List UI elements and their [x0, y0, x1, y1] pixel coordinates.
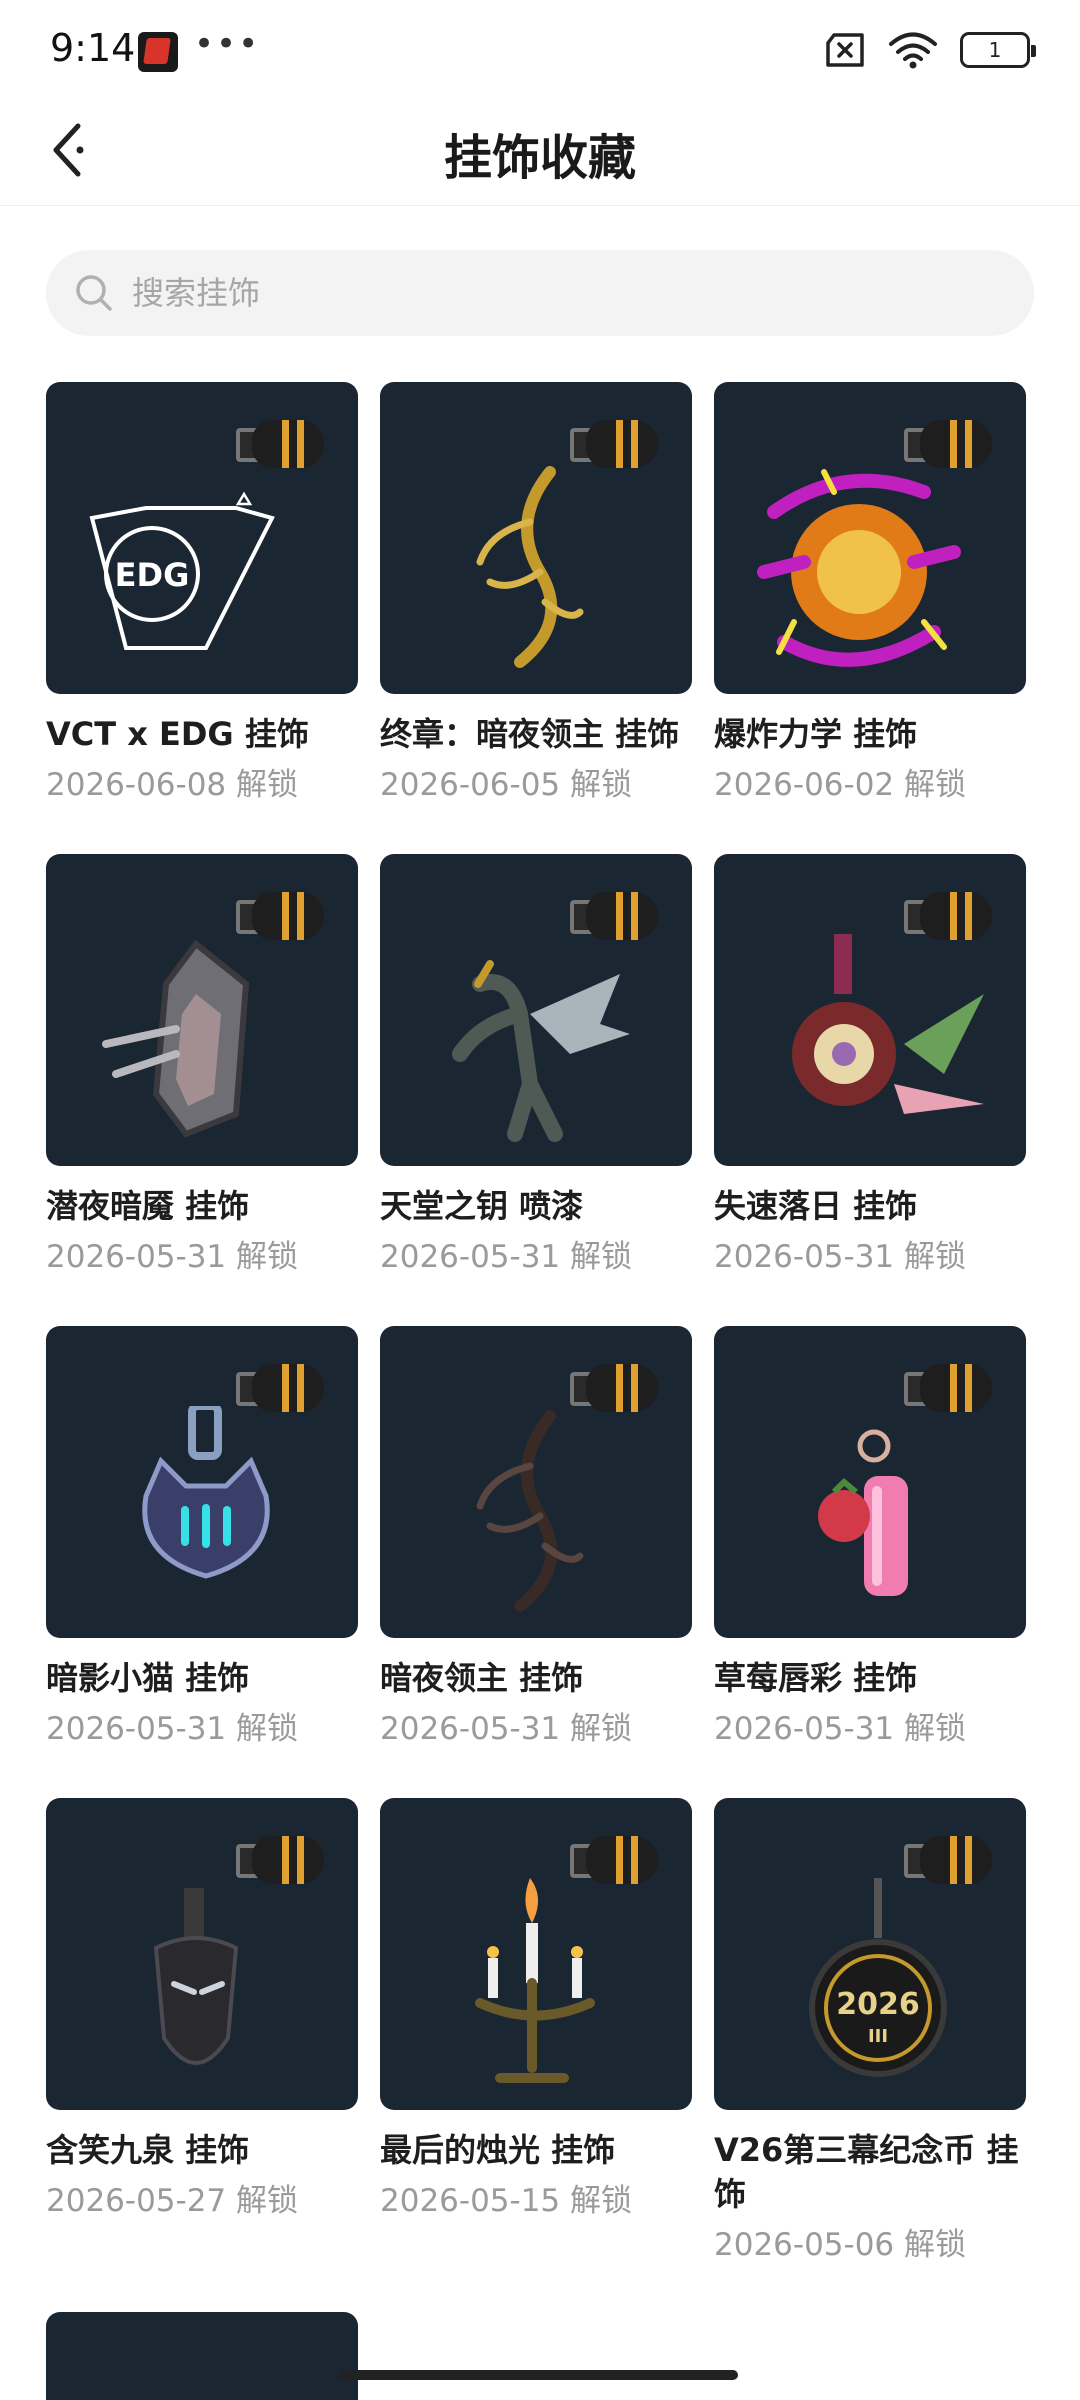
charm-thumbnail-partial[interactable]: [46, 2312, 358, 2400]
nav-bar: 挂饰收藏: [0, 96, 1080, 206]
unlock-date: 2026-05-31 解锁: [380, 1711, 633, 1747]
status-icons: 1: [824, 30, 1036, 70]
battery-icon: 1: [960, 32, 1036, 68]
page-title: 挂饰收藏: [443, 130, 636, 186]
charm-thumbnail: [380, 382, 692, 694]
status-time: 9:14: [50, 26, 136, 70]
unlock-date: 2026-05-31 解锁: [714, 1239, 967, 1275]
charm-thumbnail: [714, 854, 1026, 1166]
unlock-date: 2026-05-27 解锁: [46, 2183, 299, 2219]
charm-name: 终章：暗夜领主 挂饰: [380, 715, 680, 753]
status-bar: 9:14 ••• 1: [0, 0, 1080, 96]
search-bar[interactable]: [46, 250, 1034, 336]
search-input[interactable]: [132, 274, 932, 312]
unlock-date: 2026-05-31 解锁: [46, 1711, 299, 1747]
charm-cap-icon: [920, 1836, 992, 1884]
charm-thumbnail: [380, 1798, 692, 2110]
charm-thumbnail: [46, 1798, 358, 2110]
more-notifications-icon: •••: [194, 24, 261, 64]
dark-lord-gold-charm-icon: [476, 466, 584, 668]
search-icon: [76, 275, 112, 311]
pegasus-key-icon: [452, 960, 630, 1142]
unlock-date: 2026-06-05 解锁: [380, 767, 633, 803]
charm-cap-icon: [252, 1836, 324, 1884]
wifi-icon: [889, 32, 937, 69]
charm-name: 天堂之钥 喷漆: [380, 1187, 584, 1225]
charm-card[interactable]: 潜夜暗魇 挂饰 2026-05-31 解锁: [46, 854, 358, 1278]
shadow-nightmare-charm-icon: [102, 939, 250, 1138]
charm-name: 最后的烛光 挂饰: [380, 2131, 616, 2169]
charm-cap-icon: [586, 420, 658, 468]
shadow-cat-charm-icon: [142, 1406, 270, 1579]
charm-thumbnail: 2026 III: [714, 1798, 1026, 2110]
charm-thumbnail: [46, 1326, 358, 1638]
charm-name: 暗影小猫 挂饰: [46, 1659, 250, 1697]
charm-thumbnail: [380, 854, 692, 1166]
edg-logo-charm-icon: EDG: [89, 491, 275, 650]
charm-name: V26第三幕纪念币 挂饰: [714, 2131, 1019, 2213]
charm-card[interactable]: 含笑九泉 挂饰 2026-05-27 解锁: [46, 1798, 358, 2222]
charm-card[interactable]: 最后的烛光 挂饰 2026-05-15 解锁: [380, 1798, 692, 2222]
last-candle-charm-icon: [475, 1878, 595, 2083]
coin-act-text: III: [868, 2026, 888, 2047]
charm-cap-icon: [252, 420, 324, 468]
charm-card[interactable]: 失速落日 挂饰 2026-05-31 解锁: [714, 854, 1026, 1278]
unlock-date: 2026-05-15 解锁: [380, 2183, 633, 2219]
strawberry-lipgloss-charm-icon: [818, 1429, 908, 1596]
charm-thumbnail: [380, 1326, 692, 1638]
grinning-skull-charm-icon: [153, 1888, 239, 2065]
charm-card[interactable]: 暗影小猫 挂饰 2026-05-31 解锁: [46, 1326, 358, 1750]
coin-year-text: 2026: [836, 1987, 920, 2022]
unlock-date: 2026-06-02 解锁: [714, 767, 967, 803]
charm-card[interactable]: 终章：暗夜领主 挂饰 2026-06-05 解锁: [380, 382, 692, 806]
unlock-date: 2026-05-31 解锁: [714, 1711, 967, 1747]
charm-name: 含笑九泉 挂饰: [46, 2131, 250, 2169]
charm-cap-icon: [252, 892, 324, 940]
charm-card[interactable]: 暗夜领主 挂饰 2026-05-31 解锁: [380, 1326, 692, 1750]
charm-name: 草莓唇彩 挂饰: [714, 1659, 918, 1697]
charm-thumbnail: [714, 1326, 1026, 1638]
charm-card[interactable]: 天堂之钥 喷漆 2026-05-31 解锁: [380, 854, 692, 1278]
app-notification-icon: [138, 32, 178, 72]
explosion-charm-icon: [757, 469, 961, 667]
charm-cap-icon: [586, 1364, 658, 1412]
unlock-date: 2026-05-06 解锁: [714, 2227, 967, 2263]
charm-name: 暗夜领主 挂饰: [380, 1659, 584, 1697]
charm-name: 失速落日 挂饰: [714, 1187, 918, 1225]
charm-thumbnail: [46, 854, 358, 1166]
charm-thumbnail: EDG: [46, 382, 358, 694]
charm-cap-icon: [920, 892, 992, 940]
unlock-date: 2026-05-31 解锁: [46, 1239, 299, 1275]
commemorative-coin-charm-icon: 2026 III: [809, 1878, 947, 2077]
charm-cap-icon: [586, 892, 658, 940]
unlock-date: 2026-05-31 解锁: [380, 1239, 633, 1275]
charm-cap-icon: [920, 1364, 992, 1412]
battery-level: 1: [988, 38, 1002, 62]
charm-card[interactable]: EDG VCT x EDG 挂饰 2026-06-08 解锁: [46, 382, 358, 806]
charm-name: 潜夜暗魇 挂饰: [46, 1187, 250, 1225]
edg-logo-text: EDG: [115, 556, 190, 594]
charm-card[interactable]: 草莓唇彩 挂饰 2026-05-31 解锁: [714, 1326, 1026, 1750]
charm-name: VCT x EDG 挂饰: [46, 715, 309, 753]
charm-name: 爆炸力学 挂饰: [714, 715, 918, 753]
charm-card[interactable]: 2026 III V26第三幕纪念币 挂饰 2026-05-06 解锁: [714, 1798, 1026, 2266]
dark-lord-charm-icon: [476, 1410, 584, 1612]
unlock-date: 2026-06-08 解锁: [46, 767, 299, 803]
no-sim-icon: [826, 33, 864, 67]
charm-cap-icon: [252, 1364, 324, 1412]
home-indicator[interactable]: [338, 2370, 738, 2380]
charm-card[interactable]: 爆炸力学 挂饰 2026-06-02 解锁: [714, 382, 1026, 806]
charm-thumbnail: [714, 382, 1026, 694]
stalled-sunset-charm-icon: [792, 934, 984, 1114]
